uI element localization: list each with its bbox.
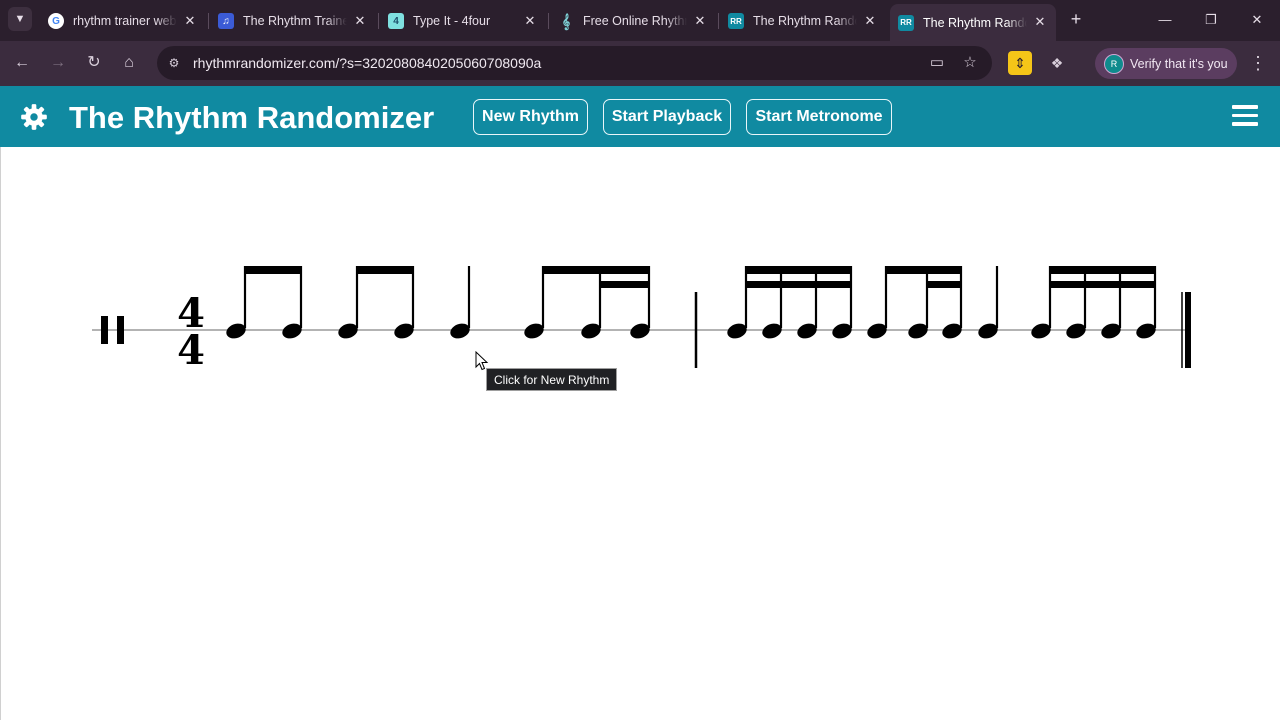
tab-separator — [208, 13, 209, 29]
site-info-icon[interactable]: ⚙ — [164, 53, 184, 73]
tab-separator — [718, 13, 719, 29]
tooltip: Click for New Rhythm — [486, 368, 618, 391]
browser-tab-3[interactable]: 4 Type It - 4four ✕ — [380, 6, 546, 36]
music-note-icon: ♫ — [218, 13, 234, 29]
rhythm-randomizer-icon: RR — [898, 14, 914, 31]
tab-separator — [548, 13, 549, 29]
beam — [885, 266, 962, 274]
tab-separator — [378, 13, 379, 29]
app-header: The Rhythm Randomizer New Rhythm Start P… — [0, 86, 1280, 147]
time-signature-bottom: 4 — [177, 327, 205, 374]
address-bar[interactable]: ⚙ rhythmrandomizer.com/?s=32020808402050… — [157, 46, 992, 80]
tab-title: Type It - 4four — [413, 14, 491, 28]
tab-title: The Rhythm Trainer — [243, 14, 347, 28]
close-tab-icon[interactable]: ✕ — [522, 13, 538, 29]
avatar: R — [1104, 53, 1124, 74]
close-tab-icon[interactable]: ✕ — [692, 13, 708, 29]
tab-title: The Rhythm Randomizer — [753, 14, 857, 28]
start-metronome-button[interactable]: Start Metronome — [746, 99, 892, 135]
new-rhythm-button[interactable]: New Rhythm — [473, 99, 588, 135]
secondary-beam — [1049, 281, 1156, 288]
beat-quarter — [978, 266, 999, 339]
secondary-beam — [599, 281, 650, 288]
tab-search-button[interactable]: ▼ — [8, 7, 32, 31]
treble-clef-icon: 𝄞 — [561, 12, 571, 29]
beat-quarter — [450, 266, 471, 339]
4four-icon: 4 — [388, 13, 404, 29]
extension-icon[interactable]: ⇕ — [1008, 51, 1032, 75]
minimize-icon[interactable]: — — [1150, 8, 1180, 32]
close-tab-icon[interactable]: ✕ — [862, 13, 878, 29]
restore-icon[interactable]: ❐ — [1196, 8, 1226, 32]
browser-tab-1[interactable]: G rhythm trainer web ✕ — [40, 6, 206, 36]
tab-title: The Rhythm Randomizer — [923, 15, 1027, 30]
home-icon[interactable]: ⌂ — [117, 51, 141, 75]
profile-verify-label: Verify that it's you — [1130, 56, 1228, 71]
browser-tab-6-active[interactable]: RR The Rhythm Randomizer ✕ — [890, 4, 1056, 41]
percussion-clef-icon — [101, 316, 108, 344]
close-tab-icon[interactable]: ✕ — [352, 13, 368, 29]
hamburger-menu-icon[interactable] — [1232, 105, 1258, 127]
url-text[interactable]: rhythmrandomizer.com/?s=3202080840205060… — [193, 55, 541, 71]
app-title: The Rhythm Randomizer — [69, 100, 435, 135]
beam — [745, 266, 852, 274]
secondary-beam — [745, 281, 852, 288]
close-tab-icon[interactable]: ✕ — [1032, 14, 1048, 30]
browser-tab-2[interactable]: ♫ The Rhythm Trainer ✕ — [210, 6, 376, 36]
beam — [1049, 266, 1156, 274]
beam — [542, 266, 650, 274]
rhythm-display[interactable]: 4 4 Click for New Rhythm — [0, 147, 1280, 720]
new-tab-icon[interactable]: + — [1066, 9, 1086, 31]
browser-toolbar: ← → ↻ ⌂ ⚙ rhythmrandomizer.com/?s=320208… — [0, 41, 1280, 86]
beam — [244, 266, 302, 274]
chevron-down-icon: ▼ — [14, 13, 26, 25]
install-app-icon[interactable]: ▭ — [927, 53, 947, 73]
google-icon: G — [48, 13, 64, 29]
start-playback-button[interactable]: Start Playback — [603, 99, 731, 135]
final-barline-thick — [1185, 292, 1191, 368]
browser-tab-4[interactable]: 𝄞 Free Online Rhythm ✕ — [550, 6, 716, 36]
percussion-clef-icon — [117, 316, 124, 344]
rhythm-randomizer-icon: RR — [728, 13, 744, 29]
extensions-puzzle-icon[interactable]: ❖ — [1045, 51, 1069, 75]
bookmark-star-icon[interactable]: ☆ — [960, 53, 980, 73]
settings-gear-icon[interactable] — [20, 103, 48, 131]
tab-title: rhythm trainer web — [73, 14, 177, 28]
rhythm-score[interactable]: 4 4 — [1, 147, 1279, 720]
browser-menu-icon[interactable]: ⋮ — [1248, 51, 1268, 75]
close-tab-icon[interactable]: ✕ — [182, 13, 198, 29]
profile-verify-button[interactable]: R Verify that it's you — [1095, 48, 1237, 79]
beat-eighth-sixteenth-sixteenth — [867, 266, 963, 339]
browser-tab-5[interactable]: RR The Rhythm Randomizer ✕ — [720, 6, 886, 36]
forward-icon[interactable]: → — [46, 51, 70, 75]
close-window-icon[interactable]: ✕ — [1242, 8, 1272, 32]
secondary-beam — [926, 281, 962, 288]
beam — [356, 266, 414, 274]
reload-icon[interactable]: ↻ — [82, 51, 106, 75]
beat-eighth-sixteenth-sixteenth — [524, 266, 651, 339]
back-icon[interactable]: ← — [10, 51, 34, 75]
tab-title: Free Online Rhythm — [583, 14, 687, 28]
browser-tab-strip: ▼ G rhythm trainer web ✕ ♫ The Rhythm Tr… — [0, 0, 1280, 41]
